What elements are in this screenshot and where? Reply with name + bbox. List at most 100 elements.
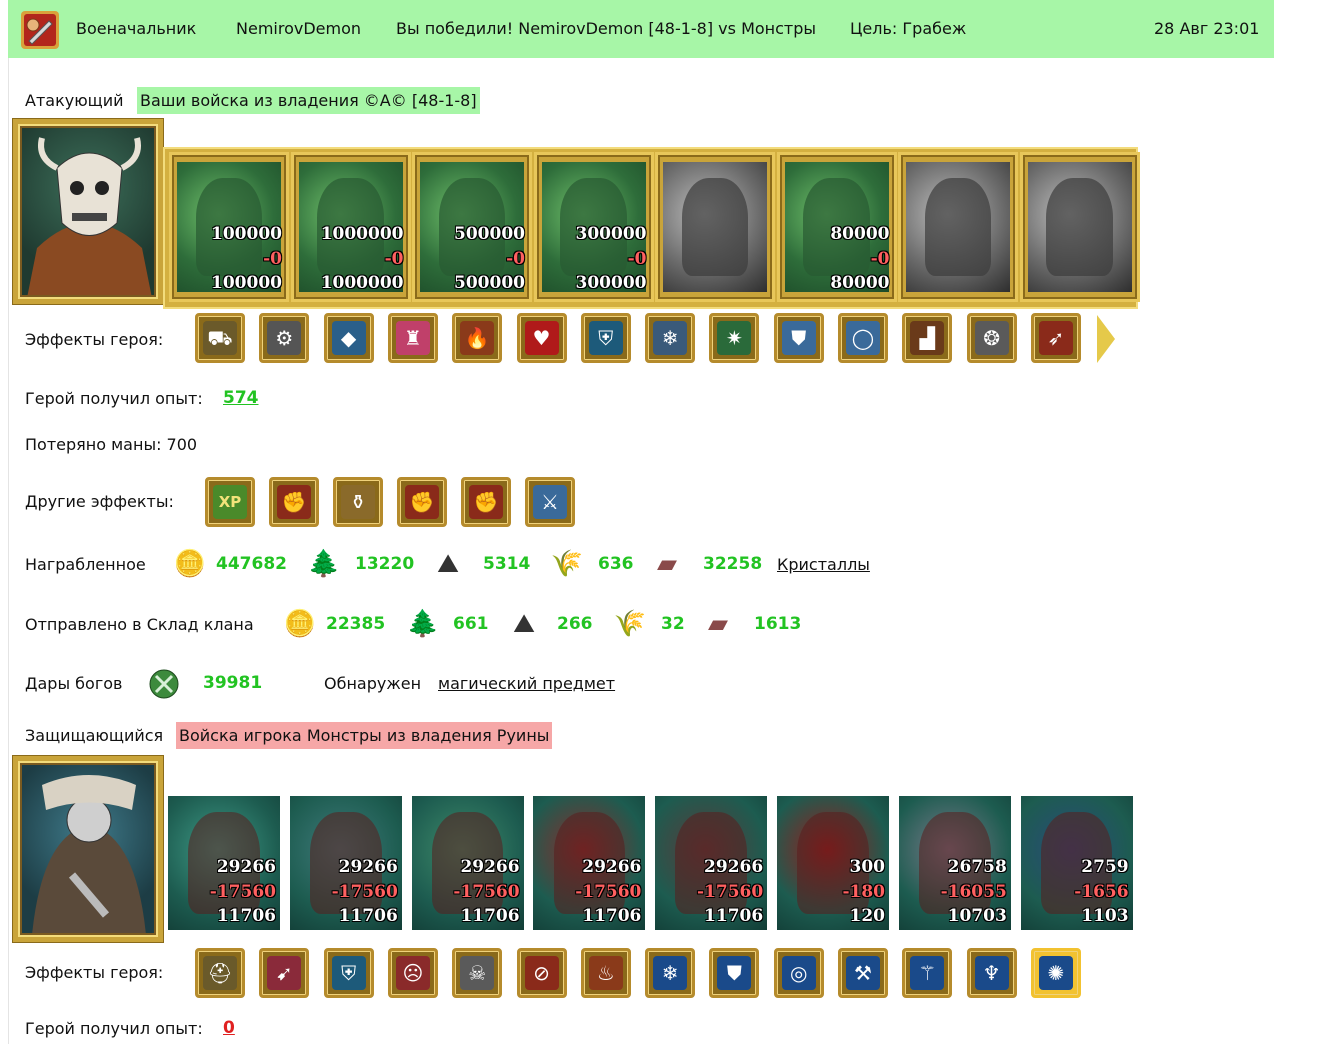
unit-count-start: 29266: [338, 857, 398, 877]
frost-spider-icon[interactable]: ✺: [1030, 948, 1081, 998]
boots-icon[interactable]: ▟: [902, 313, 953, 363]
unit-count-end: 500000: [454, 273, 525, 293]
attacker-unit-slot[interactable]: 100000 -0 100000: [169, 152, 289, 302]
crystals-link[interactable]: Кристаллы: [777, 555, 870, 574]
defender-unit-slot[interactable]: 29266 -17560 11706: [655, 796, 768, 930]
monk-unit-icon: [1027, 162, 1132, 292]
attacker-unit-slot[interactable]: 80000 -0 80000: [776, 152, 897, 302]
blue-gem-icon[interactable]: ◆: [323, 313, 374, 363]
attacker-unit-slot[interactable]: 500000 -0 500000: [412, 152, 532, 302]
unit-count-start: 29266: [216, 857, 276, 877]
heart-icon[interactable]: ♥: [516, 313, 567, 363]
header-datetime: 28 Авг 23:01: [1154, 19, 1260, 38]
gifts-value: 39981: [203, 673, 263, 693]
unit-count-start: 80000: [830, 224, 890, 244]
ring-icon[interactable]: ◯: [838, 313, 888, 363]
attacker-unit-slot[interactable]: [1019, 152, 1140, 302]
gold-icon: 🪙: [173, 549, 207, 579]
bow-icon[interactable]: ➶: [1030, 313, 1081, 363]
gifts-label: Дары богов: [25, 674, 123, 693]
sword-fist-logo-icon: [21, 11, 59, 49]
resource-value: 661: [453, 614, 489, 634]
defender-unit-slot[interactable]: 29266 -17560 11706: [168, 796, 280, 930]
fist-sword-icon[interactable]: ✊: [397, 477, 447, 527]
defender-unit-slot[interactable]: 2759 -1656 1103: [1020, 796, 1133, 930]
resource-value: 32: [661, 614, 685, 634]
helmet-icon[interactable]: ⛑: [195, 948, 245, 998]
clan-storage-label: Отправлено в Склад клана: [25, 615, 254, 634]
left-border: [8, 0, 9, 1044]
unit-count-end: 1103: [1081, 906, 1129, 926]
arrows-icon[interactable]: ➹: [259, 948, 310, 998]
skull-icon[interactable]: ☠: [452, 948, 503, 998]
pink-castle-icon[interactable]: ♜: [387, 313, 438, 363]
fire-chest-icon[interactable]: 🔥: [452, 313, 503, 363]
unit-count-loss: -0: [506, 249, 525, 269]
unit-count-loss: -17560: [331, 882, 398, 902]
wheat-icon: 🌾: [613, 609, 647, 639]
cart-icon[interactable]: ⛟: [195, 313, 245, 363]
stone-icon: ▰: [657, 549, 677, 579]
frost-armor-icon[interactable]: ❄: [645, 948, 696, 998]
archer-unit-icon: [663, 162, 767, 292]
frost-axe-icon[interactable]: ⚒: [838, 948, 888, 998]
no-hammer-icon[interactable]: ⊘: [516, 948, 567, 998]
unit-count-loss: -16055: [940, 882, 1007, 902]
attacker-hero-portrait[interactable]: [13, 119, 163, 304]
frost-mail-icon[interactable]: ⛊: [709, 948, 760, 998]
berserker-icon[interactable]: ☹: [387, 948, 438, 998]
snowflake-icon[interactable]: ❄: [645, 313, 696, 363]
attacker-label: Атакующий: [25, 91, 124, 110]
fist-sword-icon[interactable]: ✊: [461, 477, 511, 527]
defender-label: Защищающийся: [25, 726, 164, 745]
defender-unit-slot[interactable]: 29266 -17560 11706: [533, 796, 646, 930]
scroll-gold-icon[interactable]: ⚱: [333, 477, 383, 527]
wheat-icon: 🌾: [550, 549, 584, 579]
shield-icon[interactable]: ⛨: [580, 313, 631, 363]
hooded-warrior-unit-icon: [906, 162, 1010, 292]
attacker-unit-slot[interactable]: 1000000 -0 1000000: [290, 152, 411, 302]
frost-trident-icon[interactable]: ♆: [966, 948, 1017, 998]
frost-staff-icon[interactable]: ⚚: [902, 948, 953, 998]
defender-xp-value[interactable]: 0: [223, 1018, 235, 1038]
sword-icon[interactable]: ⚔: [525, 477, 575, 527]
gold-icon: 🪙: [283, 609, 317, 639]
attacker-unit-slot[interactable]: [655, 152, 775, 302]
amulet-icon[interactable]: ❂: [966, 313, 1017, 363]
attacker-xp-value[interactable]: 574: [223, 388, 259, 408]
unit-count-end: 120: [849, 906, 886, 926]
header-player[interactable]: NemirovDemon: [236, 19, 361, 38]
gear-icon[interactable]: ⚙: [259, 313, 310, 363]
magic-item-link[interactable]: магический предмет: [438, 674, 615, 693]
defender-unit-slot[interactable]: 29266 -17560 11706: [411, 796, 524, 930]
unit-count-start: 2759: [1081, 857, 1129, 877]
unit-count-loss: -17560: [696, 882, 764, 902]
fist-sword-icon[interactable]: ✊: [269, 477, 319, 527]
found-label: Обнаружен: [324, 674, 422, 693]
compass-icon[interactable]: ✷: [709, 313, 760, 363]
defender-unit-slot[interactable]: 29266 -17560 11706: [289, 796, 402, 930]
armor-icon[interactable]: ⛊: [773, 313, 824, 363]
effects-next-arrow-icon[interactable]: [1097, 315, 1115, 363]
unit-count-start: 300000: [575, 224, 647, 244]
xp-icon[interactable]: XP: [205, 477, 255, 527]
unit-count-start: 29266: [460, 857, 520, 877]
mana-lost-label: Потеряно маны: 700: [25, 435, 198, 454]
attacker-unit-slot[interactable]: [898, 152, 1018, 302]
defender-hero-portrait[interactable]: [13, 756, 163, 942]
unit-count-end: 11706: [582, 906, 642, 926]
header-title: Военачальник: [76, 19, 197, 38]
unit-count-end: 10703: [947, 906, 1007, 926]
resource-value: 22385: [326, 614, 386, 634]
unit-count-start: 100000: [211, 224, 282, 244]
shield-icon[interactable]: ⛨: [323, 948, 374, 998]
unit-count-end: 300000: [575, 273, 647, 293]
unit-count-start: 29266: [582, 857, 642, 877]
other-effects-label: Другие эффекты:: [25, 492, 174, 511]
frost-ring-icon[interactable]: ◎: [773, 948, 824, 998]
attacker-unit-slot[interactable]: 300000 -0 300000: [533, 152, 654, 302]
resource-value: 266: [557, 614, 593, 634]
defender-unit-slot[interactable]: 300 -180 120: [777, 796, 889, 930]
fire-head-icon[interactable]: ♨: [580, 948, 631, 998]
defender-unit-slot[interactable]: 26758 -16055 10703: [898, 796, 1011, 930]
